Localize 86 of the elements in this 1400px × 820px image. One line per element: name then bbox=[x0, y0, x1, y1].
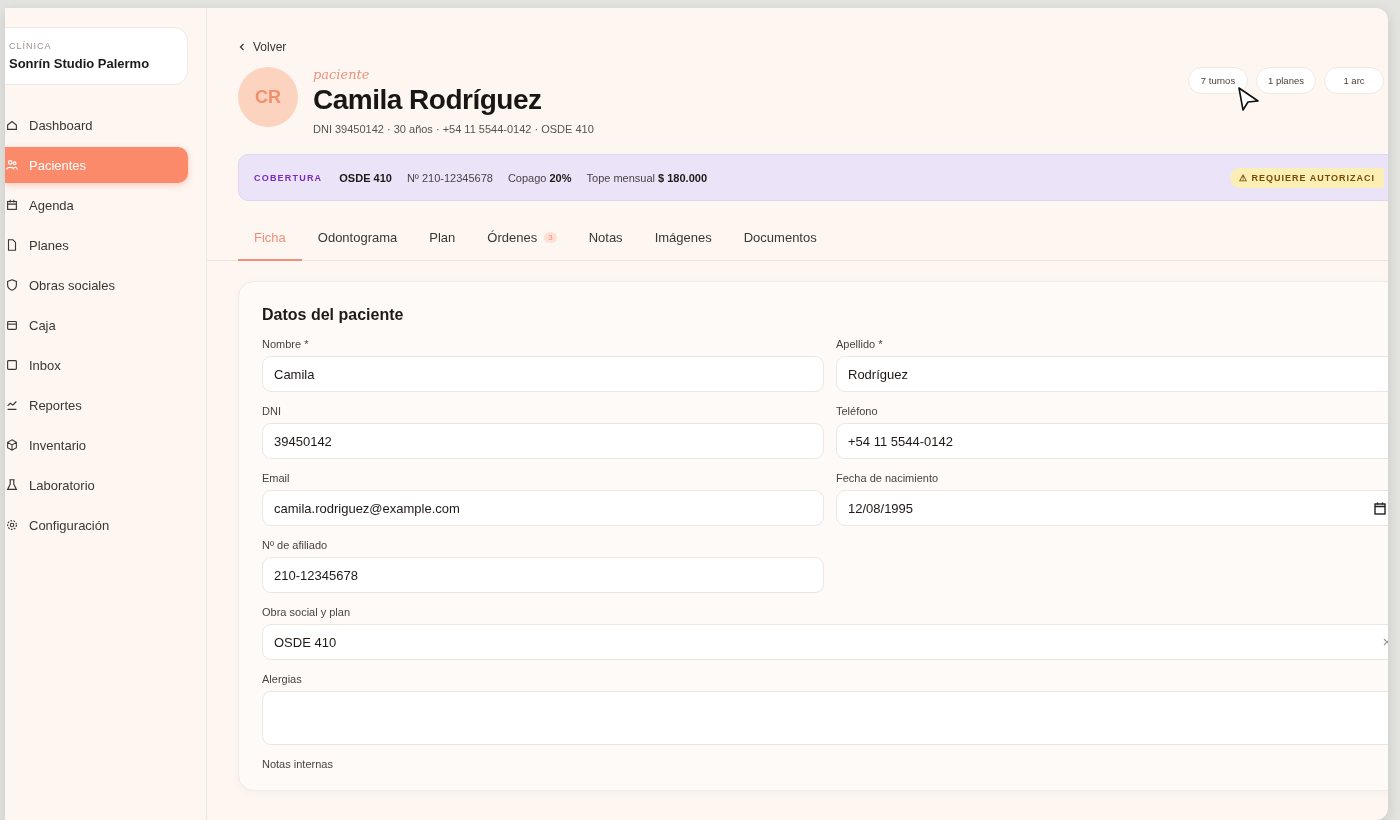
tab[interactable]: Notas bbox=[572, 218, 639, 261]
settings-icon bbox=[5, 518, 19, 532]
sidebar-item[interactable]: Agenda bbox=[5, 187, 188, 223]
form-title: Datos del paciente bbox=[262, 306, 405, 324]
sidebar-item-label: Laboratorio bbox=[29, 477, 95, 493]
tab[interactable]: Plan bbox=[413, 218, 472, 261]
people-icon bbox=[5, 158, 19, 172]
sidebar-item-label: Inventario bbox=[29, 437, 87, 453]
sidebar-item-label: Agenda bbox=[29, 197, 74, 213]
avatar: CR bbox=[238, 67, 298, 127]
select-field[interactable]: OSDE 410 bbox=[262, 624, 1388, 660]
select-value: OSDE 410 bbox=[274, 634, 337, 650]
cube-icon bbox=[5, 438, 19, 452]
input-field[interactable]: +54 11 5544-0142 bbox=[836, 423, 1388, 459]
field-label: Fecha de nacimiento bbox=[836, 472, 940, 484]
eyebrow-label: paciente bbox=[313, 67, 371, 82]
chevron-left-icon bbox=[238, 43, 246, 51]
calendar-icon[interactable] bbox=[1374, 501, 1386, 515]
sidebar-item[interactable]: Laboratorio bbox=[5, 467, 188, 503]
sidebar-item-label: Configuración bbox=[29, 517, 110, 533]
input-field[interactable]: camila.rodriguez@example.com bbox=[262, 490, 824, 526]
affiliate-number: Nº 210-12345678 bbox=[406, 171, 493, 184]
sidebar-item[interactable]: Caja bbox=[5, 307, 188, 343]
field-label: Teléfono bbox=[836, 405, 879, 417]
box-icon bbox=[5, 318, 19, 332]
count-chip[interactable]: 1 planes bbox=[1256, 67, 1316, 94]
tab[interactable]: Órdenes 3 bbox=[471, 218, 573, 261]
tab[interactable]: Imágenes bbox=[638, 218, 728, 261]
sidebar-item[interactable]: Planes bbox=[5, 227, 188, 263]
field-label: Alergias bbox=[262, 673, 303, 685]
tab-label: Plan bbox=[429, 230, 456, 245]
field-label: DNI bbox=[262, 405, 282, 417]
monthly-cap-text: Tope mensual $ 180.000 bbox=[586, 171, 707, 184]
clinic-name: Sonrín Studio Palermo bbox=[9, 56, 151, 71]
sidebar-item[interactable]: Configuración bbox=[5, 507, 188, 543]
field-label: Nº de afiliado bbox=[262, 539, 329, 551]
field-label: Obra social y plan bbox=[262, 606, 352, 618]
input-field[interactable]: Rodríguez bbox=[836, 356, 1388, 392]
sidebar-item[interactable]: Dashboard bbox=[5, 107, 188, 143]
sidebar-item-label: Caja bbox=[29, 317, 56, 333]
tab[interactable]: Documentos bbox=[727, 218, 833, 261]
tab-label: Imágenes bbox=[654, 230, 712, 245]
tab-label: Ficha bbox=[254, 230, 286, 245]
sidebar-item[interactable]: Obras sociales bbox=[5, 267, 188, 303]
sidebar-item-label: Obras sociales bbox=[29, 277, 115, 293]
tab-label: Notas bbox=[588, 230, 623, 245]
warning-badge: ⚠ REQUIERE AUTORIZACI bbox=[1230, 167, 1384, 188]
sidebar-item-label: Reportes bbox=[29, 397, 82, 413]
sidebar-item-label: Pacientes bbox=[29, 157, 87, 173]
field-label: Email bbox=[262, 472, 291, 484]
sidebar-item-label: Inbox bbox=[29, 357, 61, 373]
tab-label: Odontograma bbox=[317, 230, 398, 245]
cursor-icon bbox=[1237, 86, 1261, 114]
inbox-icon bbox=[5, 358, 19, 372]
sidebar-item-label: Planes bbox=[29, 237, 69, 253]
field-label: Notas internas bbox=[262, 758, 334, 770]
shield-icon bbox=[5, 278, 19, 292]
home-icon bbox=[5, 118, 19, 132]
sidebar-item-label: Dashboard bbox=[29, 117, 93, 133]
patient-details: DNI 39450142 · 30 años · +54 11 5544-0142 · OSDE 410 bbox=[313, 123, 594, 135]
count-chip[interactable]: 1 arc bbox=[1324, 67, 1384, 94]
sidebar-item[interactable]: Inventario bbox=[5, 427, 188, 463]
document-icon bbox=[5, 238, 19, 252]
coverage-plan: OSDE 410 bbox=[339, 171, 392, 184]
tab-label: Documentos bbox=[743, 230, 817, 245]
back-link[interactable]: Volver bbox=[238, 40, 287, 54]
patient-name: Camila Rodríguez bbox=[313, 84, 543, 116]
count-badge: 3 bbox=[544, 232, 557, 243]
count-chip[interactable]: 7 turnos bbox=[1188, 67, 1248, 94]
sidebar-item[interactable]: Inbox bbox=[5, 347, 188, 383]
back-link-label: Volver bbox=[253, 40, 287, 54]
field-label: Nombre * bbox=[262, 338, 310, 350]
input-field[interactable]: 210-12345678 bbox=[262, 557, 824, 593]
tab-label: Órdenes bbox=[487, 230, 538, 245]
input-field[interactable]: 39450142 bbox=[262, 423, 824, 459]
tab[interactable]: Odontograma bbox=[301, 218, 414, 261]
clinic-label: CLÍNICA bbox=[9, 41, 53, 51]
calendar-icon bbox=[5, 198, 19, 212]
input-field[interactable]: Camila bbox=[262, 356, 824, 392]
chart-icon bbox=[5, 398, 19, 412]
sidebar-item[interactable]: Reportes bbox=[5, 387, 188, 423]
coverage-label: COBERTURA bbox=[254, 172, 323, 183]
field-label: Apellido * bbox=[836, 338, 884, 350]
flask-icon bbox=[5, 478, 19, 492]
date-field[interactable]: 12/08/1995 bbox=[836, 490, 1388, 526]
copay-text: Copago 20% bbox=[507, 171, 572, 184]
